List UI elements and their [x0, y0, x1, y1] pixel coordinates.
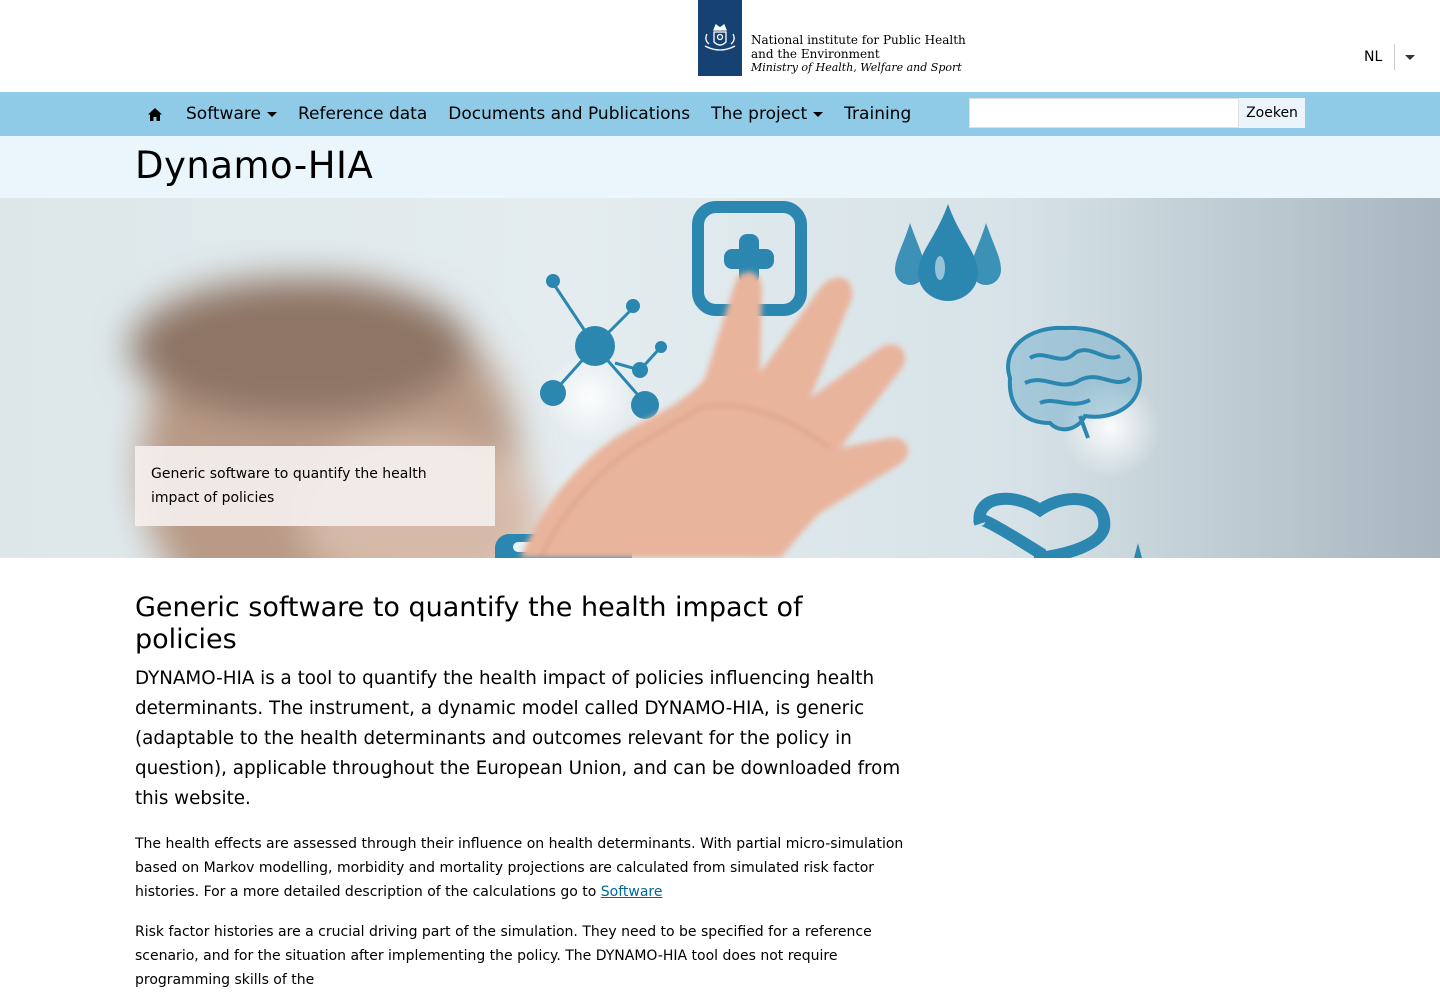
nav-the-project-label: The project: [711, 104, 808, 124]
caret-down-icon: [813, 111, 824, 117]
logo-line-3: Ministry of Health, Welfare and Sport: [751, 61, 962, 74]
logo-line-2: and the Environment: [751, 47, 880, 61]
site-logo[interactable]: National institute for Public Health and…: [698, 0, 966, 76]
home-icon: [148, 107, 162, 121]
logo-text: National institute for Public Health and…: [751, 33, 966, 75]
body-paragraph-1-text: The health effects are assessed through …: [135, 836, 904, 900]
language-switcher[interactable]: NL: [1352, 44, 1416, 70]
lead-paragraph: DYNAMO-HIA is a tool to quantify the hea…: [135, 668, 901, 809]
search-input[interactable]: [969, 98, 1239, 128]
main-content: Generic software to quantify the health …: [135, 592, 910, 1008]
nav-reference-data[interactable]: Reference data: [298, 92, 427, 136]
nav-software[interactable]: Software: [186, 92, 277, 136]
page-title: Dynamo-HIA: [135, 144, 374, 187]
nav-home[interactable]: [135, 92, 175, 136]
search-form: Zoeken: [969, 98, 1305, 128]
chevron-down-icon[interactable]: [1405, 54, 1416, 60]
nav-training[interactable]: Training: [844, 92, 911, 136]
water-drops-icon: [895, 204, 1001, 301]
site-header: National institute for Public Health and…: [0, 0, 1440, 92]
nav-documents-label: Documents and Publications: [448, 104, 691, 124]
nav-reference-data-label: Reference data: [297, 104, 428, 124]
hero-caption: Generic software to quantify the health …: [135, 446, 495, 526]
body-paragraph-1: The health effects are assessed through …: [135, 832, 910, 904]
logo-emblem: [698, 0, 742, 76]
nav-training-label: Training: [844, 104, 912, 124]
language-label[interactable]: NL: [1352, 44, 1396, 70]
search-button[interactable]: Zoeken: [1239, 98, 1305, 128]
coat-of-arms-icon: [704, 23, 736, 51]
body-paragraph-2: Risk factor histories are a crucial driv…: [135, 924, 872, 988]
title-band: Dynamo-HIA: [0, 136, 1440, 198]
main-nav: Software Reference data Documents and Pu…: [135, 92, 932, 136]
content-heading: Generic software to quantify the health …: [135, 592, 803, 655]
main-navbar: Software Reference data Documents and Pu…: [0, 92, 1440, 136]
software-link[interactable]: Software: [601, 884, 663, 900]
hero-banner: Generic software to quantify the health …: [0, 198, 1440, 558]
caret-down-icon: [266, 111, 277, 117]
heart-icon: [973, 492, 1111, 558]
logo-line-1: National institute for Public Health: [751, 33, 966, 47]
nav-software-label: Software: [186, 104, 261, 124]
nav-the-project[interactable]: The project: [711, 92, 824, 136]
nav-documents[interactable]: Documents and Publications: [448, 92, 690, 136]
